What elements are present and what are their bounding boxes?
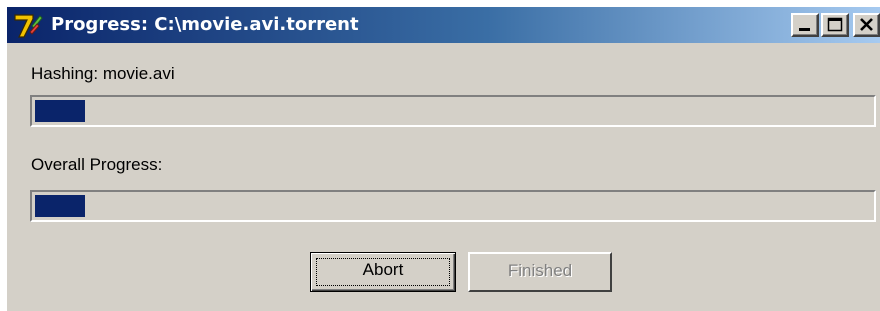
hashing-progress-fill — [35, 100, 85, 122]
maximize-button[interactable] — [821, 13, 849, 37]
overall-progress-bar — [30, 190, 876, 222]
hashing-label: Hashing: movie.avi — [31, 64, 175, 83]
window-title: Progress: C:\movie.avi.torrent — [51, 14, 359, 35]
finished-button[interactable]: Finished — [468, 252, 612, 292]
finished-button-label: Finished — [507, 261, 573, 280]
overall-progress-fill — [35, 195, 85, 217]
hashing-progress-bar — [30, 95, 876, 127]
minimize-icon — [799, 28, 810, 31]
app-icon[interactable] — [13, 12, 43, 40]
close-button[interactable] — [853, 13, 880, 37]
overall-progress-label: Overall Progress: — [31, 155, 163, 174]
close-icon — [860, 18, 873, 31]
progress-dialog-window: Progress: C:\movie.avi.torrent Hashing: … — [7, 7, 880, 311]
abort-button[interactable]: Abort — [310, 252, 456, 292]
minimize-button[interactable] — [791, 13, 819, 37]
maximize-icon — [827, 17, 843, 32]
abort-button-label: Abort — [362, 260, 404, 279]
title-bar[interactable]: Progress: C:\movie.avi.torrent — [7, 7, 880, 43]
